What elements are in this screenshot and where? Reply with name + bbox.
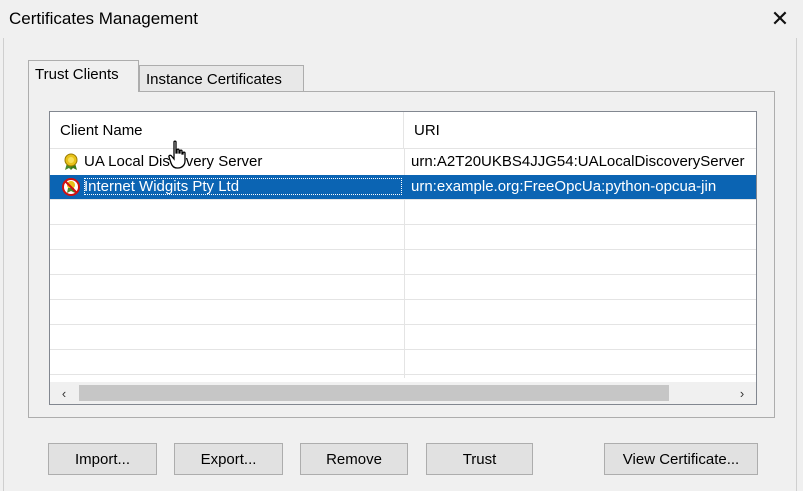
window-title: Certificates Management xyxy=(9,9,198,28)
grid-line xyxy=(50,274,756,275)
tab-instance-certificates[interactable]: Instance Certificates xyxy=(139,65,304,92)
trusted-clients-list[interactable]: Client Name URI UA Local Discovery Serve… xyxy=(49,111,757,405)
close-icon[interactable]: ✕ xyxy=(757,0,803,38)
hand-cursor-icon xyxy=(168,140,186,169)
column-header-client-name[interactable]: Client Name xyxy=(50,112,404,148)
scroll-right-icon[interactable]: › xyxy=(731,382,753,404)
column-header-uri[interactable]: URI xyxy=(404,112,756,148)
import-button[interactable]: Import... xyxy=(48,443,157,475)
scrollbar-thumb[interactable] xyxy=(79,385,669,401)
tab-trust-clients[interactable]: Trust Clients xyxy=(28,60,139,92)
view-certificate-button[interactable]: View Certificate... xyxy=(604,443,758,475)
frame-border-left xyxy=(3,38,4,491)
table-row-selected[interactable]: Internet Widgits Pty Ltd urn:example.org… xyxy=(50,175,756,199)
certificate-untrusted-icon xyxy=(62,178,80,196)
grid-line xyxy=(50,249,756,250)
export-button[interactable]: Export... xyxy=(174,443,283,475)
title-bar: Certificates Management ✕ xyxy=(0,0,803,38)
client-name: UA Local Discovery Server xyxy=(84,153,263,170)
header-divider xyxy=(50,148,756,149)
frame-border-right xyxy=(796,38,797,491)
grid-line xyxy=(50,374,756,375)
grid-line xyxy=(50,299,756,300)
client-uri: urn:example.org:FreeOpcUa:python-opcua-j… xyxy=(411,178,717,195)
grid-line xyxy=(50,349,756,350)
grid-line xyxy=(50,199,756,200)
table-row[interactable]: UA Local Discovery Server urn:A2T20UKBS4… xyxy=(50,150,756,174)
grid-line xyxy=(50,224,756,225)
grid-line xyxy=(50,324,756,325)
client-name: Internet Widgits Pty Ltd xyxy=(84,178,402,195)
horizontal-scrollbar[interactable]: ‹ › xyxy=(50,382,756,404)
scroll-left-icon[interactable]: ‹ xyxy=(53,382,75,404)
client-uri: urn:A2T20UKBS4JJG54:UALocalDiscoveryServ… xyxy=(411,153,745,170)
trust-button[interactable]: Trust xyxy=(426,443,533,475)
remove-button[interactable]: Remove xyxy=(300,443,408,475)
certificate-trusted-icon xyxy=(64,153,78,170)
